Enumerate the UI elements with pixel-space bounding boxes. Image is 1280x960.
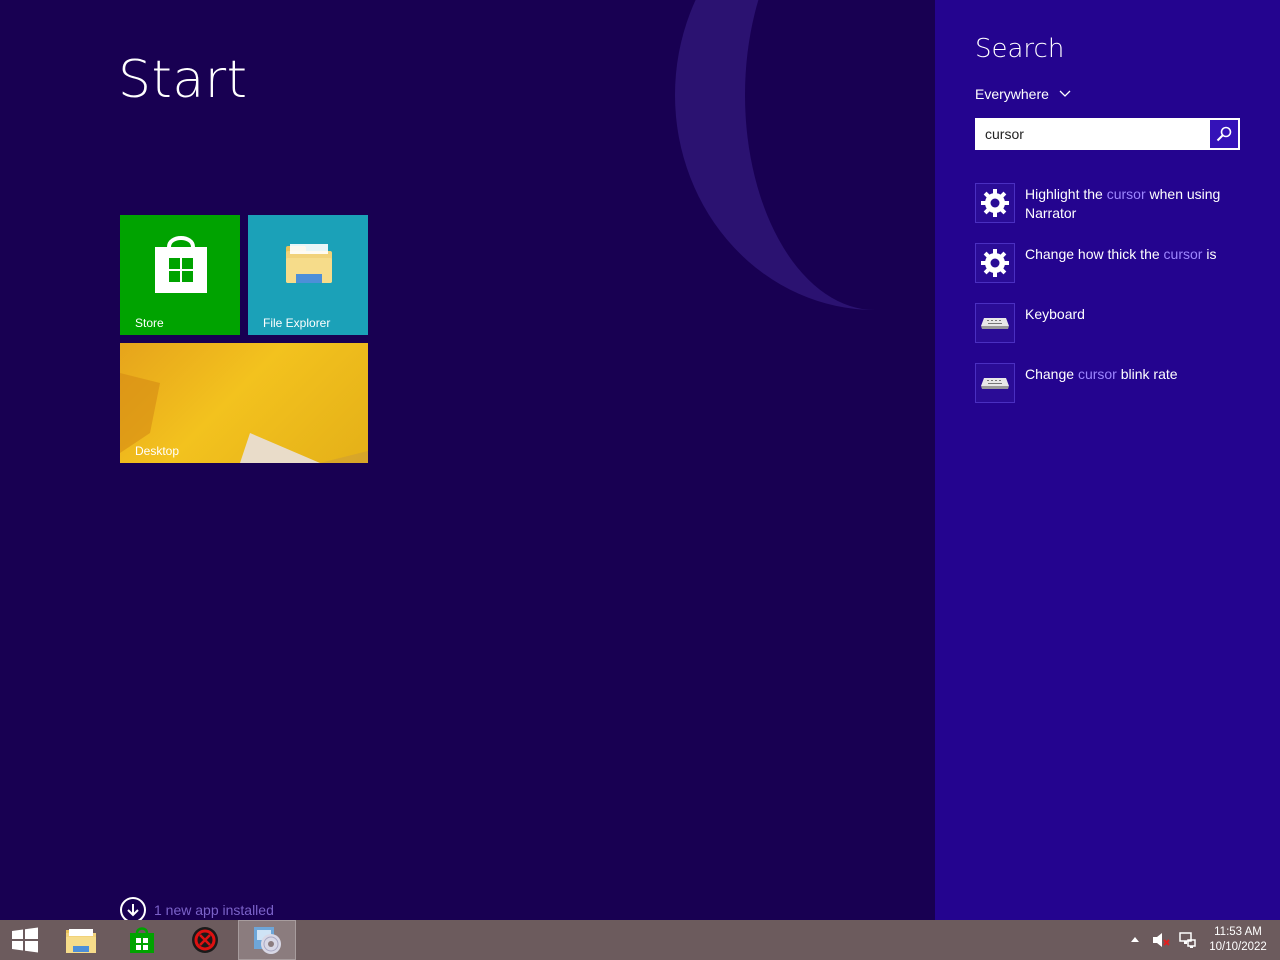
folder-icon (286, 244, 332, 283)
start-title: Start (118, 50, 248, 110)
tile-file-explorer[interactable]: File Explorer (248, 215, 368, 335)
search-result[interactable]: Highlight the cursor when using Narrator (975, 183, 1245, 223)
result-text: Keyboard (1025, 306, 1085, 322)
taskbar-store[interactable] (117, 920, 167, 960)
taskbar-security-app[interactable] (180, 920, 230, 960)
result-match: cursor (1163, 246, 1203, 262)
clock-date: 10/10/2022 (1209, 941, 1267, 953)
start-screen: Start Store File Explorer Desktop 1 new … (0, 0, 935, 920)
result-text: blink rate (1116, 366, 1178, 382)
clock-time: 11:53 AM (1214, 926, 1262, 938)
search-result-label: Change how thick the cursor is (1025, 245, 1216, 283)
windows-start-icon (12, 927, 38, 953)
search-result-label: Change cursor blink rate (1025, 365, 1178, 403)
show-hidden-icons-arrow[interactable] (1124, 929, 1146, 951)
chevron-down-icon (1059, 90, 1071, 97)
search-input[interactable] (985, 123, 1205, 145)
download-arrow-icon (120, 897, 146, 920)
search-box (975, 118, 1240, 150)
tile-desktop[interactable]: Desktop (120, 343, 368, 463)
search-result-label: Highlight the cursor when using Narrator (1025, 185, 1245, 223)
taskbar-installer[interactable] (238, 920, 296, 960)
search-result-label: Keyboard (1025, 305, 1085, 343)
taskbar-file-explorer[interactable] (56, 920, 106, 960)
new-app-notification[interactable]: 1 new app installed (120, 897, 274, 920)
search-icon (1216, 126, 1232, 142)
search-pane: Search Everywhere Highlight the cursor w… (935, 0, 1280, 920)
keyboard-icon (975, 363, 1015, 403)
disc-installer-icon (254, 927, 281, 954)
start-button[interactable] (0, 920, 50, 960)
network-icon[interactable] (1176, 929, 1198, 951)
search-title: Search (975, 34, 1065, 64)
result-text: Highlight the (1025, 186, 1107, 202)
tile-file-explorer-label: File Explorer (263, 316, 331, 330)
search-result[interactable]: Keyboard (975, 303, 1245, 343)
system-tray: 11:53 AM 10/10/2022 (1124, 920, 1280, 960)
store-icon (130, 927, 154, 953)
result-match: cursor (1106, 186, 1146, 202)
taskbar-clock[interactable]: 11:53 AM 10/10/2022 (1202, 925, 1274, 955)
result-text: Change how thick the (1025, 246, 1164, 262)
keyboard-icon (975, 303, 1015, 343)
result-text: is (1202, 246, 1217, 262)
search-result[interactable]: Change cursor blink rate (975, 363, 1245, 403)
gear-icon (975, 243, 1015, 283)
search-scope-dropdown[interactable]: Everywhere (975, 86, 1071, 102)
tile-store[interactable]: Store (120, 215, 240, 335)
search-result[interactable]: Change how thick the cursor is (975, 243, 1245, 283)
decorative-arc (675, 0, 935, 310)
tile-desktop-label: Desktop (135, 444, 180, 458)
security-app-icon (192, 927, 218, 953)
new-app-text: 1 new app installed (154, 902, 274, 918)
result-match: cursor (1077, 366, 1117, 382)
gear-icon (975, 183, 1015, 223)
store-bag-icon (155, 236, 207, 293)
search-scope-label: Everywhere (975, 86, 1049, 102)
volume-muted-icon[interactable] (1150, 929, 1172, 951)
file-explorer-icon (66, 929, 96, 953)
search-button[interactable] (1210, 120, 1238, 148)
taskbar: 11:53 AM 10/10/2022 (0, 920, 1280, 960)
result-text: Change (1025, 366, 1078, 382)
tile-store-label: Store (135, 316, 164, 330)
